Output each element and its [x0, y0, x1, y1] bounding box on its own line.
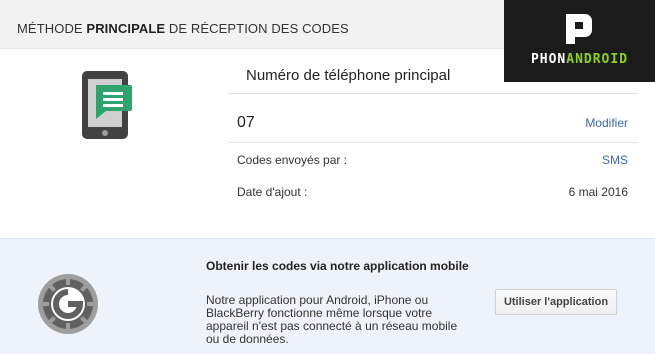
codes-sent-by-label: Codes envoyés par :	[237, 153, 348, 167]
use-app-button[interactable]: Utiliser l'application	[495, 289, 617, 315]
date-added-label: Date d'ajout :	[237, 185, 308, 199]
mobile-app-title: Obtenir les codes via notre application …	[206, 259, 469, 273]
modify-phone-link[interactable]: Modifier	[585, 116, 628, 130]
date-added-value: 6 mai 2016	[568, 185, 628, 199]
header-title-prefix: MÉTHODE	[17, 21, 87, 36]
header-title-suffix: DE RÉCEPTION DES CODES	[165, 21, 349, 36]
mobile-app-description: Notre application pour Android, iPhone o…	[206, 293, 458, 346]
logo-mark-icon	[566, 14, 592, 44]
phonandroid-logo: PHONANDROID	[504, 0, 655, 82]
logo-wordmark: PHONANDROID	[504, 52, 655, 67]
google-authenticator-icon	[38, 274, 98, 334]
mobile-app-panel: Obtenir les codes via notre application …	[0, 238, 655, 354]
divider	[228, 93, 638, 94]
logo-text-phon: PHON	[530, 52, 567, 67]
sms-method-link[interactable]: SMS	[602, 153, 628, 167]
phone-sms-icon	[82, 71, 132, 139]
section-header-title: MÉTHODE PRINCIPALE DE RÉCEPTION DES CODE…	[17, 21, 349, 36]
phone-number-value: 07	[237, 114, 255, 131]
divider	[228, 142, 638, 143]
primary-phone-title: Numéro de téléphone principal	[246, 67, 451, 84]
header-title-bold: PRINCIPALE	[86, 21, 166, 36]
logo-text-android: ANDROID	[566, 52, 629, 67]
